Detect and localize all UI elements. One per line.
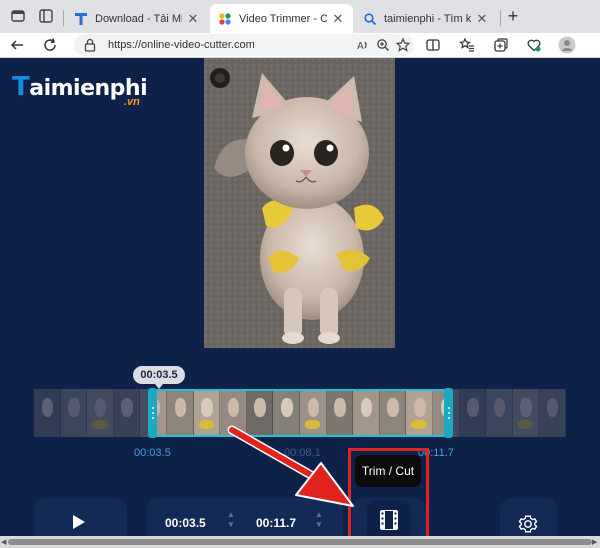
collections-icon[interactable]: [492, 36, 510, 54]
search-icon: [363, 12, 377, 26]
unselected-region-right: [451, 389, 566, 437]
timeline-thumbnail: [326, 389, 354, 437]
video-preview[interactable]: [204, 58, 395, 348]
tab-strip: Download - Tải Miễn Phí ✕ Video Trimmer …: [0, 0, 600, 33]
selection-border-top: [151, 389, 451, 391]
thumbnail-cat: [413, 397, 426, 417]
thumbnail-cat: [334, 397, 346, 417]
split-screen-icon[interactable]: [424, 36, 442, 54]
browser-toolbar: https://online-video-cutter.com A: [0, 33, 600, 58]
profile-avatar[interactable]: [558, 36, 576, 54]
thumbnail-cat: [254, 397, 266, 417]
timeline-thumbnail: [299, 389, 327, 437]
thumbnail-outfit: [305, 420, 321, 429]
tab-title: Video Trimmer - Cut Video: [239, 12, 327, 25]
start-time-stepper[interactable]: ▲ ▼: [226, 510, 236, 530]
thumbnail-outfit: [411, 420, 427, 429]
scroll-left-icon[interactable]: ◀: [1, 538, 6, 546]
thumbnail-cat: [360, 397, 373, 417]
horizontal-scrollbar[interactable]: ◀ ▶: [0, 536, 600, 548]
site-logo: Taimienphi .vn: [12, 70, 152, 110]
timeline-thumbnail: [353, 389, 380, 437]
close-tab-icon[interactable]: ✕: [475, 11, 489, 27]
scrollbar-thumb[interactable]: [8, 539, 592, 545]
timeline-thumbnail: [220, 389, 247, 437]
close-tab-icon[interactable]: ✕: [186, 11, 200, 27]
back-icon[interactable]: [8, 36, 26, 54]
unselected-region-left: [34, 389, 151, 437]
browser-essentials-icon[interactable]: [525, 36, 543, 54]
svg-text:A: A: [357, 41, 364, 52]
profile-icon[interactable]: [10, 8, 26, 24]
timeline-thumbnail: [166, 389, 194, 437]
start-time-value[interactable]: 00:03.5: [165, 516, 206, 530]
tab-separator: [500, 10, 501, 26]
video-cutter-icon: [218, 12, 232, 26]
timeline-thumbnail: [193, 389, 221, 437]
reload-icon[interactable]: [41, 36, 59, 54]
timeline-thumbnail: [246, 389, 274, 437]
tab-title: taimienphi - Tìm kiếm: [384, 12, 471, 25]
thumbnail-cat: [281, 397, 293, 417]
new-tab-button[interactable]: +: [503, 6, 523, 26]
timeline-thumbnail: [379, 389, 407, 437]
thumbnail-outfit: [198, 420, 215, 429]
timeline-thumbnail: [273, 389, 300, 437]
favorite-star-icon[interactable]: [394, 36, 412, 54]
current-time-badge: 00:03.5: [133, 366, 185, 389]
video-cutter-page: Taimienphi .vn 00:03.5 00:03.5 00:08.1 0…: [0, 58, 600, 548]
end-time-value[interactable]: 00:11.7: [256, 516, 296, 530]
scroll-right-icon[interactable]: ▶: [592, 538, 597, 546]
url-text[interactable]: https://online-video-cutter.com: [108, 39, 255, 51]
address-bar[interactable]: https://online-video-cutter.com A: [74, 34, 414, 56]
lock-icon[interactable]: [84, 38, 96, 57]
close-tab-icon[interactable]: ✕: [331, 11, 345, 27]
thumbnail-cat: [307, 397, 320, 417]
timeline-strip[interactable]: [34, 388, 566, 438]
timeline-start-label: 00:03.5: [134, 447, 171, 459]
thumbnail-cat: [387, 397, 399, 417]
timeline-middle-label: 00:08.1: [284, 447, 321, 459]
logo-suffix: .vn: [124, 96, 140, 108]
tab-separator: [63, 10, 64, 26]
tab-video-trimmer[interactable]: Video Trimmer - Cut Video ✕: [210, 4, 353, 33]
thumbnail-cat: [227, 397, 240, 417]
tab-download[interactable]: Download - Tải Miễn Phí ✕: [66, 4, 208, 33]
end-time-stepper[interactable]: ▲ ▼: [314, 510, 324, 530]
thumbnail-cat: [174, 397, 187, 417]
trim-start-handle[interactable]: [148, 388, 157, 438]
tab-search[interactable]: taimienphi - Tìm kiếm ✕: [355, 4, 497, 33]
selection-border-bottom: [151, 435, 451, 437]
thumbnail-cat: [201, 397, 213, 417]
timeline-thumbnail: [406, 389, 433, 437]
taimienphi-t-icon: [74, 12, 88, 26]
tab-title: Download - Tải Miễn Phí: [95, 12, 182, 25]
highlight-box: [348, 448, 429, 540]
favorites-icon[interactable]: [458, 36, 476, 54]
read-aloud-icon[interactable]: A: [354, 36, 372, 54]
tab-actions-icon[interactable]: [38, 8, 54, 24]
zoom-icon[interactable]: [374, 36, 392, 54]
trim-end-handle[interactable]: [444, 388, 453, 438]
play-icon[interactable]: [72, 514, 86, 535]
